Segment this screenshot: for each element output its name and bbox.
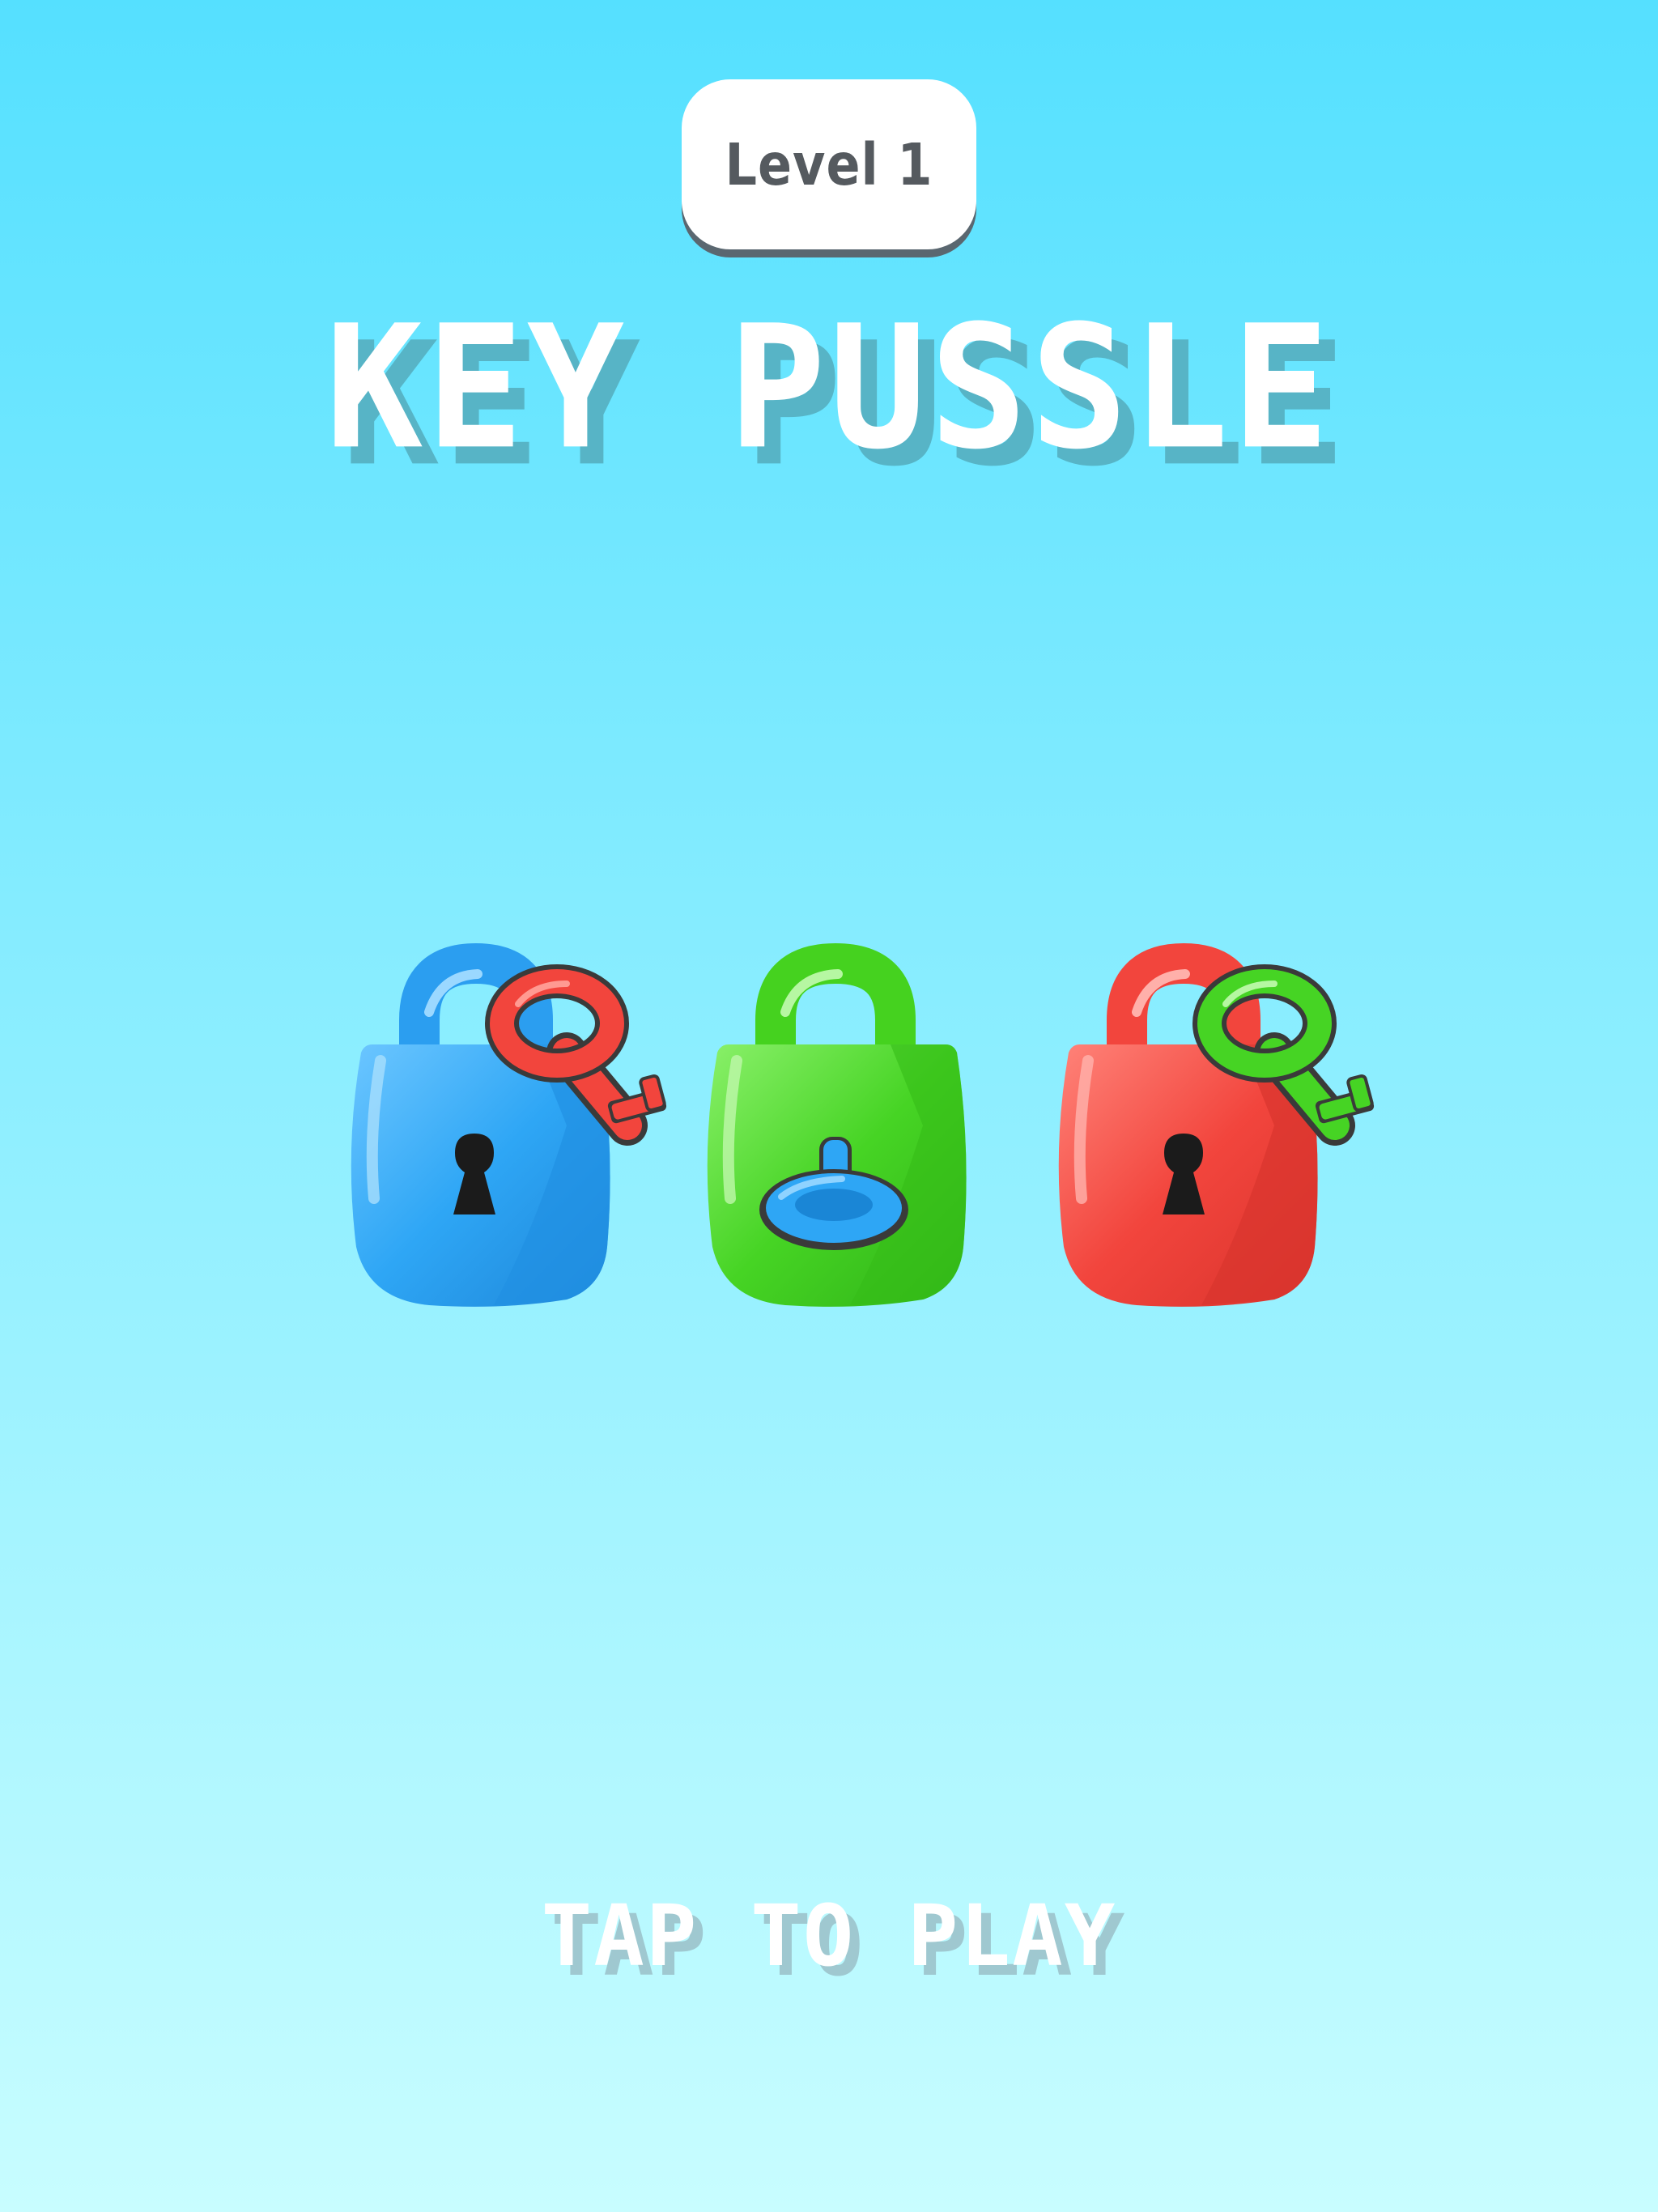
red-padlock[interactable]: [1058, 942, 1375, 1307]
game-screen[interactable]: Level 1 KEY PUSSLE TAP TO PLAY: [0, 0, 1658, 2212]
locks-scene[interactable]: [0, 0, 1658, 2212]
green-padlock[interactable]: [707, 942, 967, 1307]
blue-padlock[interactable]: [351, 942, 668, 1307]
tap-to-play-prompt[interactable]: TAP TO PLAY: [0, 1883, 1658, 1989]
